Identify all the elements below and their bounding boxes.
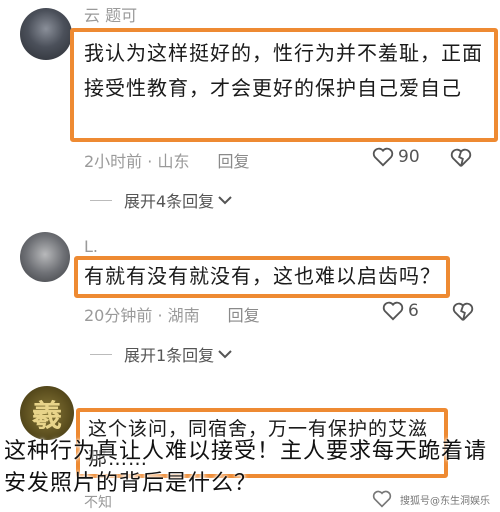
- watermark: 搜狐号@东生洞娱乐: [400, 496, 490, 507]
- divider: [90, 199, 112, 201]
- broken-heart-icon: [452, 302, 474, 321]
- expand-replies-label: 展开1条回复: [124, 346, 215, 365]
- username[interactable]: L.: [84, 237, 98, 256]
- dislike-button[interactable]: [452, 302, 474, 326]
- dislike-button[interactable]: [450, 148, 472, 172]
- avatar[interactable]: [20, 232, 70, 282]
- like-count: 6: [408, 301, 419, 321]
- avatar[interactable]: [20, 8, 72, 60]
- avatar-glyph: 羲: [32, 399, 62, 434]
- reply-button[interactable]: 回复: [228, 302, 260, 326]
- like-button[interactable]: 90: [372, 147, 420, 167]
- comment-time-location: 20分钟前 · 湖南: [84, 306, 200, 325]
- caption-overlay: 这种行为真让人难以接受！主人要求每天跪着请安发照片的背后是什么？: [4, 439, 488, 496]
- expand-replies-label: 展开4条回复: [124, 192, 215, 211]
- like-count: 90: [398, 147, 420, 167]
- comment-meta: 20分钟前 · 湖南 回复: [84, 302, 260, 326]
- comment-time-location: 2小时前 · 山东: [84, 152, 190, 171]
- like-button[interactable]: 6: [382, 301, 419, 321]
- username[interactable]: 云 题可: [84, 2, 137, 26]
- comment-meta: 2小时前 · 山东 回复: [84, 148, 249, 172]
- highlighted-comment: 有就有没有就没有，这也难以启齿吗？: [74, 256, 450, 298]
- comment-text: 有就有没有就没有，这也难以启齿吗？: [84, 264, 441, 288]
- comment-text: 我认为这样挺好的，性行为并不羞耻，正面接受性教育，才会更好的保护自己爱自己: [84, 41, 483, 100]
- broken-heart-icon: [450, 148, 472, 167]
- chevron-down-icon: [218, 350, 232, 359]
- divider: [90, 353, 112, 355]
- highlighted-comment: 我认为这样挺好的，性行为并不羞耻，正面接受性教育，才会更好的保护自己爱自己: [70, 28, 498, 142]
- heart-icon: [372, 147, 394, 167]
- avatar[interactable]: 羲: [20, 386, 74, 440]
- reply-button[interactable]: 回复: [217, 148, 249, 172]
- expand-replies[interactable]: 展开1条回复: [90, 342, 232, 366]
- heart-icon: [382, 301, 404, 321]
- expand-replies[interactable]: 展开4条回复: [90, 188, 232, 212]
- chevron-down-icon: [218, 196, 232, 205]
